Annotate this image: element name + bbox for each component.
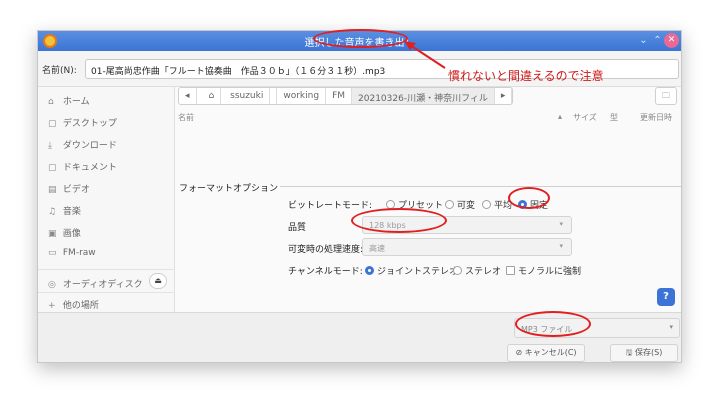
folder-icon: ▭ — [48, 248, 57, 258]
path-forward-icon[interactable]: ▸ — [495, 88, 513, 104]
sidebar-item-label: 他の場所 — [62, 301, 99, 311]
annotation-ellipse-title — [313, 29, 408, 48]
checkbox-label: モノラルに強制 — [518, 267, 582, 277]
sidebar-item-label: デスクトップ — [62, 119, 117, 129]
radio-button-selected — [365, 266, 374, 275]
sidebar-item-label: ダウンロード — [62, 141, 117, 151]
chevron-down-icon: ▾ — [559, 220, 563, 228]
path-segment-current[interactable]: 20210326-川瀬・神奈川フィル — [352, 88, 495, 104]
help-icon[interactable]: ? — [657, 288, 675, 306]
sidebar-item-label: FM-raw — [62, 248, 96, 258]
sidebar-item-label: 画像 — [62, 229, 81, 239]
eject-icon[interactable]: ⏏ — [149, 273, 167, 289]
sidebar-item-music[interactable]: ♫ 音楽 — [48, 204, 81, 217]
radio-label: ステレオ — [465, 267, 502, 277]
bitrate-mode-variable[interactable]: 可変 — [445, 198, 475, 211]
sidebar-item-label: 音楽 — [62, 207, 81, 217]
sidebar-item-other-locations[interactable]: + 他の場所 — [48, 298, 99, 311]
chevron-down-icon: ▾ — [559, 242, 563, 250]
music-icon: ♫ — [48, 207, 57, 217]
document-icon: ▢ — [48, 163, 57, 173]
sidebar-item-pictures[interactable]: ▣ 画像 — [48, 226, 81, 239]
cancel-label: キャンセル(C) — [524, 348, 577, 357]
chevron-down-icon: ▾ — [669, 323, 673, 331]
bitrate-mode-label: ビットレートモード: — [288, 201, 373, 211]
radio-button — [453, 266, 462, 275]
format-options-title: フォーマットオプション — [179, 181, 281, 194]
close-icon[interactable]: ✕ — [664, 33, 679, 48]
home-icon: ⌂ — [202, 88, 222, 104]
annotation-ellipse-constant — [508, 187, 550, 209]
path-segment-label: ssuzuki — [224, 88, 271, 104]
sidebar-item-videos[interactable]: ▤ ビデオ — [48, 182, 90, 195]
channel-joint-stereo[interactable]: ジョイントステレオ — [365, 264, 458, 277]
channel-mode-label: チャンネルモード: — [288, 267, 363, 277]
sidebar-item-desktop[interactable]: ▢ デスクトップ — [48, 116, 117, 129]
cancel-button[interactable]: ⊘ キャンセル(C) — [507, 344, 585, 362]
column-name[interactable]: 名前 — [178, 112, 194, 123]
file-list-header: 名前 ▴ サイズ 型 更新日時 — [178, 111, 681, 125]
places-sidebar: ⌂ ホーム ▢ デスクトップ ⤓ ダウンロード ▢ ドキュメント ▤ ビデオ ♫… — [38, 87, 175, 312]
image-icon: ▣ — [48, 229, 57, 239]
minimize-icon[interactable]: ⌄ — [636, 33, 651, 48]
path-segment[interactable]: FM — [326, 88, 353, 104]
checkbox — [506, 266, 515, 275]
speed-label: 可変時の処理速度: — [288, 245, 364, 255]
sidebar-item-documents[interactable]: ▢ ドキュメント — [48, 160, 117, 173]
annotation-note: 慣れないと間違えるので注意 — [448, 69, 604, 83]
annotation-ellipse-quality — [351, 208, 447, 233]
sidebar-item-label: ビデオ — [62, 185, 90, 195]
quality-label: 品質 — [288, 223, 307, 233]
filename-label: 名前(N): — [42, 66, 77, 76]
sidebar-divider — [38, 269, 175, 270]
video-icon: ▤ — [48, 185, 57, 195]
path-bar: ◂ ⌂ ssuzuki working FM 20210326-川瀬・神奈川フィ… — [178, 87, 514, 105]
annotation-ellipse-filetype — [515, 311, 591, 337]
path-segment[interactable]: working — [277, 88, 327, 104]
save-button[interactable]: 🖫 保存(S) — [610, 344, 678, 362]
radio-button — [445, 200, 454, 209]
download-icon: ⤓ — [48, 141, 52, 151]
maximize-icon[interactable]: ⌃ — [650, 33, 665, 48]
new-folder-icon[interactable]: 🗀 — [655, 87, 677, 105]
radio-button — [482, 200, 491, 209]
save-label: 保存(S) — [635, 348, 663, 357]
cancel-icon: ⊘ — [515, 348, 523, 357]
force-mono-checkbox[interactable]: モノラルに強制 — [506, 264, 581, 277]
disc-icon: ◎ — [48, 280, 56, 290]
sidebar-item-label: オーディオディスク — [62, 280, 143, 290]
column-type[interactable]: 型 — [610, 112, 618, 123]
sidebar-item-home[interactable]: ⌂ ホーム — [48, 94, 90, 107]
channel-stereo[interactable]: ステレオ — [453, 264, 501, 277]
sidebar-divider — [38, 292, 175, 293]
home-icon: ⌂ — [48, 97, 54, 107]
sidebar-item-downloads[interactable]: ⤓ ダウンロード — [48, 138, 117, 151]
sidebar-item-label: ホーム — [62, 97, 90, 107]
sidebar-item-audio-disc[interactable]: ◎ オーディオディスク — [48, 277, 143, 290]
sidebar-item-label: ドキュメント — [62, 163, 117, 173]
path-segment-home[interactable]: ⌂ ssuzuki — [197, 88, 278, 104]
radio-label: ジョイントステレオ — [377, 267, 459, 277]
plus-icon: + — [48, 301, 56, 311]
speed-select[interactable]: 高速 ▾ — [362, 238, 572, 256]
desktop-icon: ▢ — [48, 119, 57, 129]
column-size[interactable]: サイズ — [573, 112, 597, 123]
save-icon: 🖫 — [625, 348, 633, 357]
path-back-icon[interactable]: ◂ — [179, 88, 197, 104]
column-modified[interactable]: 更新日時 — [640, 112, 672, 123]
radio-label: 可変 — [457, 201, 476, 211]
format-group-line — [260, 186, 681, 187]
speed-value: 高速 — [369, 244, 385, 253]
sidebar-item-fm-raw[interactable]: ▭ FM-raw — [48, 248, 96, 258]
sort-ascending-icon[interactable]: ▴ — [558, 112, 562, 121]
